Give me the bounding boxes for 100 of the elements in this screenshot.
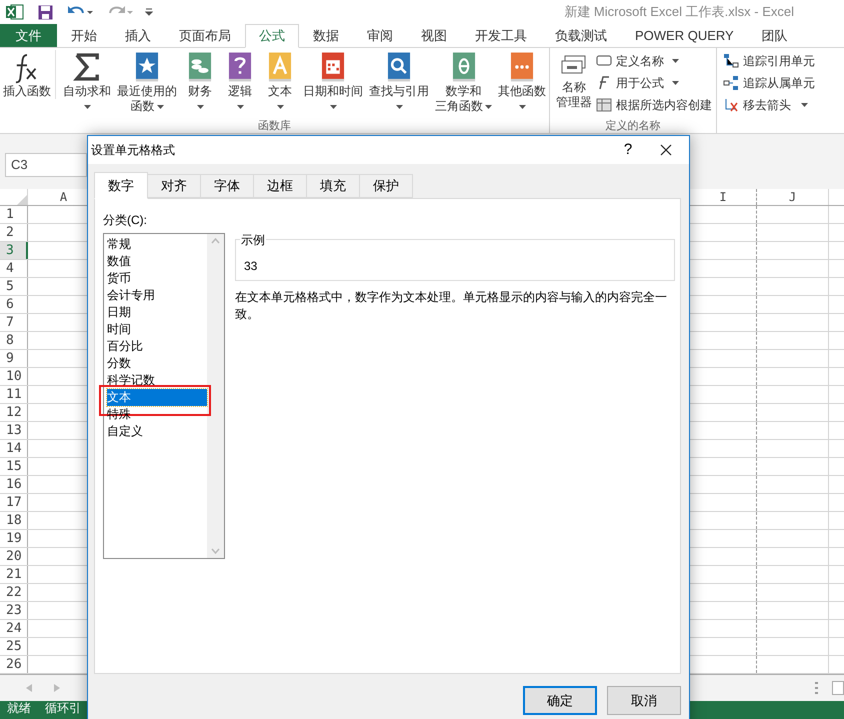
- row-header[interactable]: 10: [0, 368, 28, 385]
- group-label: 函数库: [257, 120, 292, 132]
- caret-icon: [330, 104, 336, 108]
- arrow-remove-icon: [723, 97, 739, 113]
- scroll-down-icon[interactable]: [211, 548, 220, 554]
- row-header[interactable]: 19: [0, 530, 28, 547]
- ribbon-tab[interactable]: 负载测试: [541, 24, 621, 47]
- ribbon-button[interactable]: 插入函数: [0, 50, 56, 99]
- status-text: 就绪: [7, 701, 31, 715]
- category-item[interactable]: 数值: [107, 253, 207, 270]
- row-header[interactable]: 18: [0, 512, 28, 529]
- row-header[interactable]: 13: [0, 422, 28, 439]
- row-header[interactable]: 20: [0, 548, 28, 565]
- dialog-tab[interactable]: 对齐: [147, 174, 201, 198]
- status-text: 循环引: [45, 701, 81, 715]
- save-icon[interactable]: [38, 4, 53, 20]
- category-item[interactable]: 会计专用: [107, 287, 207, 304]
- dialog-button[interactable]: 取消: [607, 686, 681, 715]
- dialog-tab[interactable]: 保护: [359, 174, 413, 198]
- ribbon-button[interactable]: 日期和时间: [300, 50, 366, 114]
- name-box[interactable]: C3: [5, 152, 87, 176]
- row-header[interactable]: 22: [0, 584, 28, 601]
- row-header[interactable]: 3: [0, 242, 28, 259]
- ribbon-menu-item[interactable]: 用于公式: [596, 74, 712, 92]
- dialog-tab[interactable]: 边框: [253, 174, 307, 198]
- row-header[interactable]: 9: [0, 350, 28, 367]
- category-item[interactable]: 常规: [107, 236, 207, 253]
- row-header[interactable]: 16: [0, 476, 28, 493]
- ribbon-button[interactable]: 其他函数: [495, 50, 549, 114]
- ribbon-tab[interactable]: 页面布局: [165, 24, 245, 47]
- ribbon-tab[interactable]: 数据: [299, 24, 353, 47]
- caret-icon: [156, 104, 164, 108]
- help-button[interactable]: ?: [613, 138, 643, 162]
- row-header[interactable]: 24: [0, 620, 28, 637]
- dialog-tab[interactable]: 字体: [200, 174, 254, 198]
- category-item[interactable]: 百分比: [107, 338, 207, 355]
- ribbon-menu-item[interactable]: 追踪从属单元: [723, 74, 815, 92]
- row-header[interactable]: 11: [0, 386, 28, 403]
- ribbon-button[interactable]: 数学和 三角函数: [432, 50, 495, 114]
- row-header[interactable]: 6: [0, 296, 28, 313]
- ribbon-tab[interactable]: 审阅: [353, 24, 407, 47]
- row-header[interactable]: 8: [0, 332, 28, 349]
- window-title: 新建 Microsoft Excel 工作表.xlsx - Excel: [564, 3, 794, 22]
- row-header[interactable]: 5: [0, 278, 28, 295]
- row-header[interactable]: 12: [0, 404, 28, 421]
- caret-icon: [518, 104, 526, 108]
- dialog-tab[interactable]: 数字: [94, 172, 148, 199]
- ribbon-tab[interactable]: 开始: [57, 24, 111, 47]
- category-item[interactable]: 自定义: [107, 423, 207, 440]
- row-header[interactable]: 23: [0, 602, 28, 619]
- ribbon-button[interactable]: 逻辑: [220, 50, 260, 114]
- arrow-trace-icon: [723, 75, 739, 91]
- row-header[interactable]: 26: [0, 656, 28, 673]
- ribbon-tab[interactable]: 团队: [748, 24, 802, 47]
- customize-toolbar-icon[interactable]: [145, 8, 153, 16]
- category-item[interactable]: 时间: [107, 321, 207, 338]
- ribbon-tab[interactable]: 文件: [0, 24, 57, 47]
- dialog-button[interactable]: 确定: [523, 686, 597, 715]
- ribbon-button[interactable]: 查找与引用: [366, 50, 432, 114]
- ribbon-tab[interactable]: 视图: [407, 24, 461, 47]
- ribbon-tab[interactable]: 插入: [111, 24, 165, 47]
- ribbon-button[interactable]: 自动求和: [60, 50, 114, 114]
- ribbon-menu-item[interactable]: 移去箭头: [723, 96, 815, 114]
- row-header[interactable]: 17: [0, 494, 28, 511]
- caret-icon: [801, 103, 808, 107]
- row-header[interactable]: 15: [0, 458, 28, 475]
- row-header[interactable]: 25: [0, 638, 28, 655]
- sample-value: 33: [244, 258, 258, 275]
- ribbon-tab[interactable]: POWER QUERY: [621, 24, 748, 47]
- row-header[interactable]: 21: [0, 566, 28, 583]
- description-text: 在文本单元格格式中，数字作为文本处理。单元格显示的内容与输入的内容完全一致。: [235, 289, 668, 323]
- scroll-left-button[interactable]: [832, 681, 844, 695]
- category-item[interactable]: 日期: [107, 304, 207, 321]
- ribbon-menu-item[interactable]: 根据所选内容创建: [596, 96, 712, 114]
- caret-icon: [672, 59, 679, 63]
- ribbon-tab[interactable]: 公式: [245, 24, 299, 48]
- row-header[interactable]: 4: [0, 260, 28, 277]
- sheet-left-icon[interactable]: [26, 684, 32, 692]
- caret-icon: [672, 81, 679, 85]
- caret-icon: [276, 104, 284, 108]
- ribbon-menu-item[interactable]: 定义名称: [596, 52, 712, 70]
- scroll-up-icon[interactable]: [211, 238, 220, 244]
- ribbon-button[interactable]: 文本: [260, 50, 300, 114]
- dialog-tab[interactable]: 填充: [306, 174, 360, 198]
- row-header[interactable]: 2: [0, 224, 28, 241]
- sheet-right-icon[interactable]: [54, 684, 60, 692]
- ribbon-button[interactable]: 最近使用的 函数: [114, 50, 180, 114]
- column-header[interactable]: J: [757, 189, 829, 205]
- row-header[interactable]: 1: [0, 206, 28, 223]
- category-item[interactable]: 分数: [107, 355, 207, 372]
- splitter-icon[interactable]: [815, 682, 818, 694]
- ribbon-menu-item[interactable]: 追踪引用单元: [723, 52, 815, 70]
- ribbon-tab[interactable]: 开发工具: [461, 24, 541, 47]
- category-item[interactable]: 文本: [107, 389, 207, 406]
- name-manager-button[interactable]: 名称 管理器: [554, 52, 594, 110]
- row-header[interactable]: 14: [0, 440, 28, 457]
- category-item[interactable]: 货币: [107, 270, 207, 287]
- ribbon-button[interactable]: 财务: [180, 50, 220, 114]
- row-header[interactable]: 7: [0, 314, 28, 331]
- caret-icon: [485, 104, 492, 108]
